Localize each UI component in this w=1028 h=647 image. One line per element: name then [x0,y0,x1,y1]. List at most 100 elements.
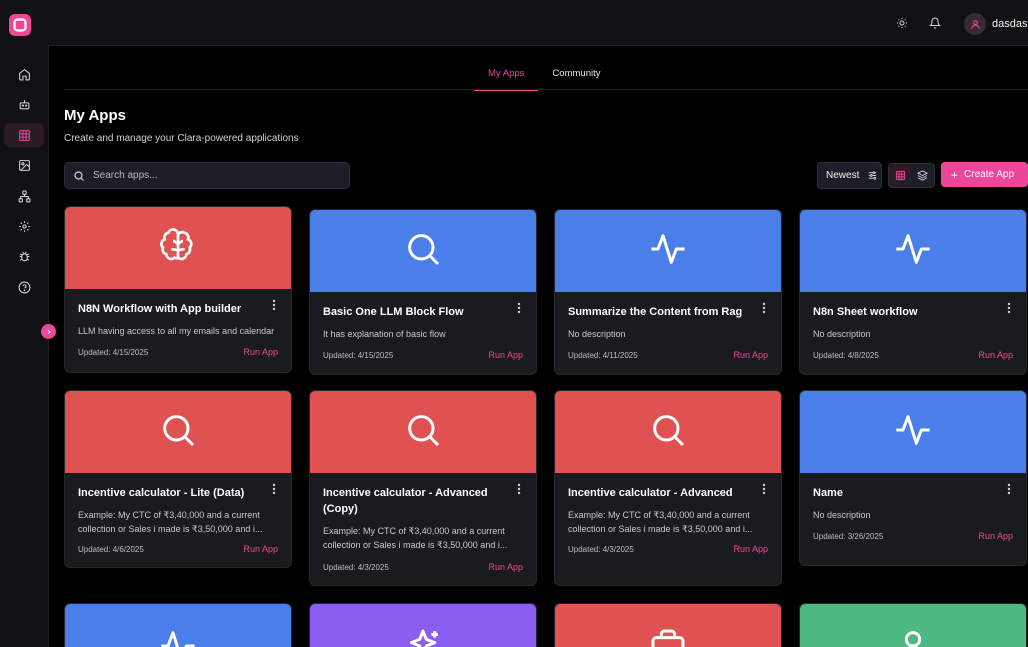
card-body: N8N Workflow with App builder LLM having… [65,289,291,338]
plus-icon: + [951,167,959,182]
run-app-button[interactable]: Run App [733,544,768,554]
card-banner [310,604,536,647]
tab-my-apps[interactable]: My Apps [474,62,539,91]
app-card[interactable] [799,603,1027,647]
card-updated: Updated: 4/11/2025 [568,350,638,360]
card-title: Incentive calculator - Advanced (Copy) [323,487,488,515]
app-card[interactable]: N8n Sheet workflow No description Update… [799,209,1027,375]
app-card[interactable]: Incentive calculator - Lite (Data) Examp… [64,390,292,568]
briefcase-icon [648,626,688,647]
create-app-button[interactable]: + Create App [941,162,1028,187]
card-footer: Updated: 3/26/2025 Run App [813,531,1013,541]
card-title: Incentive calculator - Advanced [568,487,733,499]
card-title: Basic One LLM Block Flow [323,306,464,318]
more-vertical-icon[interactable] [1004,483,1014,497]
card-updated: Updated: 4/8/2025 [813,350,879,360]
card-banner [555,604,781,647]
card-title: N8N Workflow with App builder [78,303,242,315]
app-card[interactable] [309,603,537,647]
notification-bell-icon[interactable] [927,15,943,31]
card-body: Incentive calculator - Advanced Example:… [555,473,781,536]
more-vertical-icon[interactable] [1004,302,1014,316]
tab-community[interactable]: Community [538,62,614,91]
more-vertical-icon[interactable] [514,483,524,497]
app-card[interactable] [554,603,782,647]
sort-dropdown[interactable]: Newest [817,162,882,189]
expand-sidebar-button[interactable] [41,324,56,339]
card-body: Basic One LLM Block Flow It has explanat… [310,292,536,341]
card-title: N8n Sheet workflow [813,306,918,318]
search-icon [648,410,688,455]
app-card[interactable]: Name No description Updated: 3/26/2025 R… [799,390,1027,566]
card-banner [65,604,291,647]
card-description: It has explanation of basic flow [323,329,446,339]
card-banner [800,604,1026,647]
more-vertical-icon[interactable] [269,483,279,497]
card-title: Incentive calculator - Lite (Data) [78,487,245,499]
run-app-button[interactable]: Run App [488,350,523,360]
search-box [64,162,350,189]
app-card[interactable]: Incentive calculator - Advanced (Copy) E… [309,390,537,586]
user-menu[interactable]: dasdas [964,13,1027,35]
card-updated: Updated: 4/6/2025 [78,544,144,554]
run-app-button[interactable]: Run App [243,347,278,357]
settings-icon[interactable] [4,214,44,238]
card-updated: Updated: 4/3/2025 [323,562,389,572]
card-footer: Updated: 4/15/2025 Run App [323,350,523,360]
card-updated: Updated: 3/26/2025 [813,531,884,541]
app-card[interactable]: N8N Workflow with App builder LLM having… [64,206,292,373]
search-icon [403,229,443,274]
image-icon[interactable] [4,153,44,177]
grid-view-icon[interactable] [889,164,911,187]
run-app-button[interactable]: Run App [488,562,523,572]
view-tabs: My Apps Community [474,62,614,91]
page-subtitle: Create and manage your Clara-powered app… [64,133,299,144]
card-title: Name [813,487,843,499]
sparkles-icon [403,626,443,647]
clara-logo-icon[interactable] [9,14,31,36]
user-icon [893,626,933,647]
tabs-divider [64,89,1028,90]
bot-icon[interactable] [4,92,44,116]
sliders-icon [867,170,878,181]
sidebar [0,0,49,647]
app-card[interactable]: Summarize the Content from Rag No descri… [554,209,782,375]
search-input[interactable] [91,169,335,182]
card-updated: Updated: 4/15/2025 [323,350,394,360]
activity-icon [893,410,933,455]
run-app-button[interactable]: Run App [733,350,768,360]
card-description: Example: My CTC of ₹3,40,000 and a curre… [78,510,263,534]
card-description: LLM having access to all my emails and c… [78,326,275,336]
card-body: Incentive calculator - Advanced (Copy) E… [310,473,536,552]
run-app-button[interactable]: Run App [978,531,1013,541]
card-description: Example: My CTC of ₹3,40,000 and a curre… [323,526,508,550]
app-card[interactable]: Incentive calculator - Advanced Example:… [554,390,782,586]
theme-toggle-sun-icon[interactable] [894,15,910,31]
more-vertical-icon[interactable] [269,299,279,313]
card-banner [310,210,536,292]
network-icon[interactable] [4,184,44,208]
apps-grid-icon[interactable] [4,123,44,147]
run-app-button[interactable]: Run App [243,544,278,554]
bug-icon[interactable] [4,244,44,268]
search-icon [73,170,85,182]
card-footer: Updated: 4/6/2025 Run App [78,544,278,554]
more-vertical-icon[interactable] [759,483,769,497]
card-footer: Updated: 4/11/2025 Run App [568,350,768,360]
layers-view-icon[interactable] [911,164,933,187]
card-banner [65,391,291,473]
run-app-button[interactable]: Run App [978,350,1013,360]
more-vertical-icon[interactable] [514,302,524,316]
card-banner [800,210,1026,292]
help-icon[interactable] [4,275,44,299]
app-card[interactable]: Basic One LLM Block Flow It has explanat… [309,209,537,375]
home-icon[interactable] [4,62,44,86]
card-body: N8n Sheet workflow No description [800,292,1026,341]
card-description: No description [813,329,871,339]
app-card[interactable] [64,603,292,647]
card-banner [310,391,536,473]
card-title: Summarize the Content from Rag [568,306,743,318]
search-icon [158,410,198,455]
more-vertical-icon[interactable] [759,302,769,316]
search-icon [403,410,443,455]
